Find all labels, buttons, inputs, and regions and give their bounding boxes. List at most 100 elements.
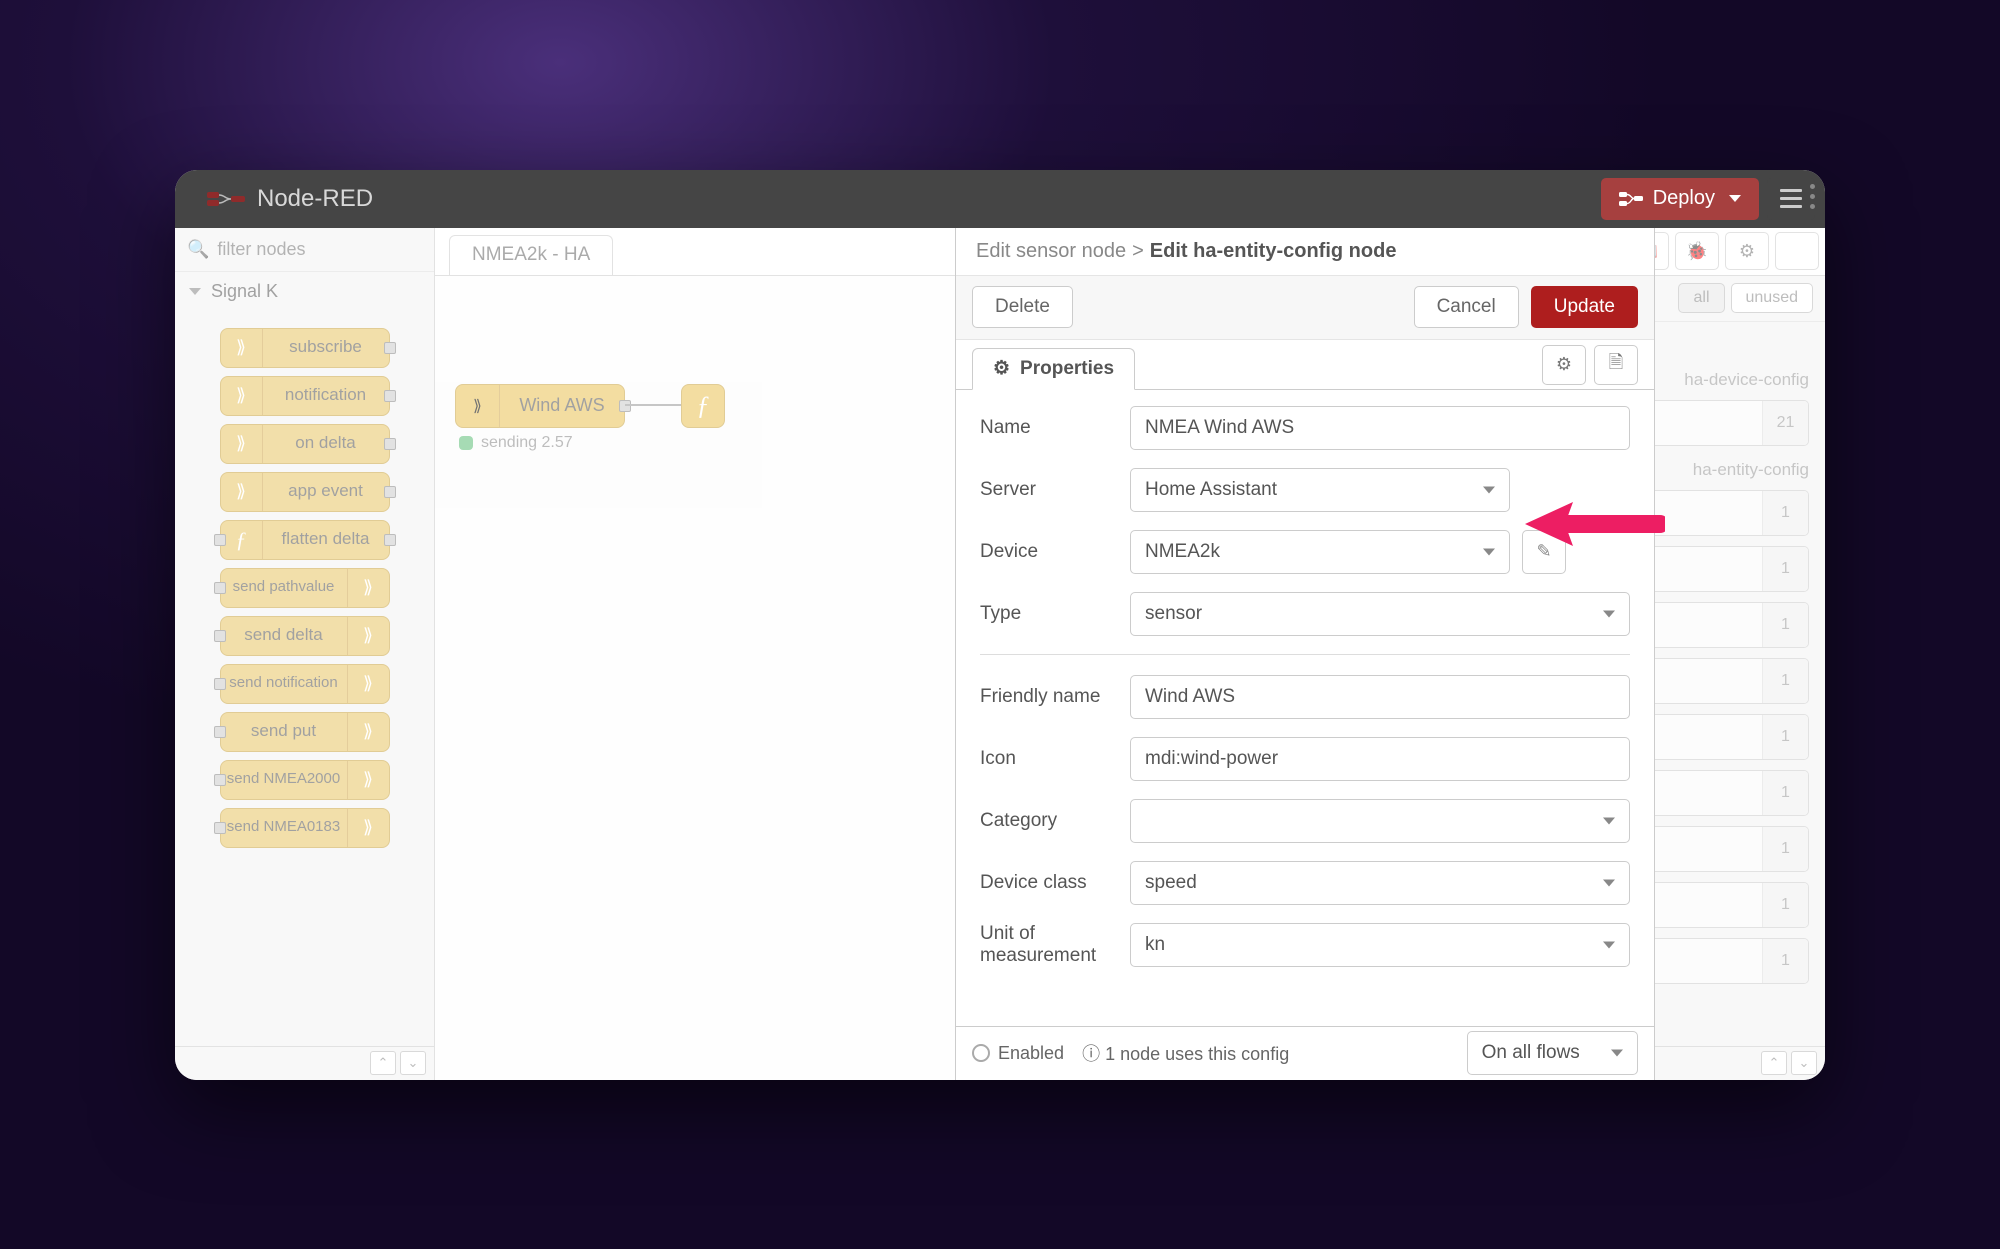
label-server: Server	[980, 479, 1130, 501]
tab-description[interactable]: 🗎	[1594, 345, 1638, 385]
info-icon: ⓘ	[1082, 1044, 1100, 1064]
palette-node[interactable]: ⟫app event	[220, 472, 390, 512]
category-select[interactable]	[1130, 799, 1630, 843]
palette-collapse-button[interactable]: ⌃	[370, 1051, 396, 1075]
palette-category-header[interactable]: Signal K	[175, 272, 434, 312]
palette-node[interactable]: ⟫send put	[220, 712, 390, 752]
node-output-port[interactable]	[384, 534, 396, 546]
config-item-count: 1	[1762, 603, 1808, 647]
node-input-port[interactable]	[214, 726, 226, 738]
search-icon: 🔍	[187, 239, 209, 260]
tab-more[interactable]	[1775, 232, 1819, 270]
cancel-button[interactable]: Cancel	[1414, 286, 1519, 328]
config-item-count: 1	[1762, 827, 1808, 871]
wifi-icon: ⟫	[363, 577, 373, 598]
config-item-count: 1	[1762, 771, 1808, 815]
function-icon: ƒ	[236, 527, 247, 553]
wifi-icon: ⟫	[363, 625, 373, 646]
tab-debug[interactable]: 🐞	[1675, 232, 1719, 270]
hamburger-menu-button[interactable]	[1767, 178, 1815, 220]
palette-category-label: Signal K	[211, 281, 278, 302]
node-input-port[interactable]	[214, 822, 226, 834]
type-select[interactable]: sensor	[1130, 592, 1630, 636]
breadcrumb: Edit sensor node > Edit ha-entity-config…	[956, 228, 1654, 276]
sidebar-collapse-button[interactable]: ⌃	[1761, 1051, 1787, 1075]
flow-tab-label: NMEA2k - HA	[472, 244, 590, 266]
palette-node-label: send NMEA2000	[221, 771, 347, 788]
palette-node[interactable]: ⟫ send delta	[220, 616, 390, 656]
label-uom: Unit of measurement	[980, 923, 1130, 967]
tab-config-gear[interactable]: ⚙	[1725, 232, 1769, 270]
palette-node[interactable]: ⟫ send NMEA0183	[220, 808, 390, 848]
update-button[interactable]: Update	[1531, 286, 1638, 328]
config-item-count: 1	[1762, 715, 1808, 759]
canvas-area: NMEA2k - HA ⟫ Wind AWS ƒ sending 2.57 Ed…	[435, 228, 1405, 1080]
node-output-port[interactable]	[384, 486, 396, 498]
breadcrumb-sep: >	[1132, 240, 1144, 263]
gear-icon: ⚙	[1556, 354, 1572, 375]
tab-settings[interactable]: ⚙	[1542, 345, 1586, 385]
breadcrumb-parent[interactable]: Edit sensor node	[976, 240, 1126, 263]
canvas-node-function[interactable]: ƒ	[681, 384, 725, 428]
device-class-select[interactable]: speed	[1130, 861, 1630, 905]
node-output-port[interactable]	[384, 390, 396, 402]
device-select[interactable]: NMEA2k	[1130, 530, 1510, 574]
chevron-down-icon	[1603, 941, 1615, 948]
deploy-button[interactable]: Deploy	[1601, 178, 1759, 220]
config-item-count: 1	[1762, 547, 1808, 591]
server-select[interactable]: Home Assistant	[1130, 468, 1510, 512]
name-input[interactable]: NMEA Wind AWS	[1130, 406, 1630, 450]
label-type: Type	[980, 603, 1130, 625]
palette-node-label: send put	[221, 722, 347, 741]
icon-input[interactable]: mdi:wind-power	[1130, 737, 1630, 781]
filter-unused[interactable]: unused	[1731, 283, 1814, 313]
bug-icon: 🐞	[1686, 241, 1708, 262]
palette-filter[interactable]: 🔍	[175, 228, 434, 272]
palette-filter-input[interactable]	[217, 239, 449, 260]
sidebar-expand-button[interactable]: ⌄	[1791, 1051, 1817, 1075]
wifi-icon: ⟫	[363, 817, 373, 838]
canvas-node-wind[interactable]: ⟫ Wind AWS	[455, 384, 625, 428]
friendly-name-input[interactable]: Wind AWS	[1130, 675, 1630, 719]
hamburger-icon	[1780, 197, 1802, 200]
palette-node-label: send notification	[221, 675, 347, 692]
delete-button[interactable]: Delete	[972, 286, 1073, 328]
editor-panel: Edit sensor node > Edit ha-entity-config…	[955, 228, 1655, 1080]
flow-tab[interactable]: NMEA2k - HA	[449, 235, 613, 275]
node-output-port[interactable]	[384, 438, 396, 450]
edit-device-button[interactable]: ✎	[1522, 530, 1566, 574]
palette-node-label: send NMEA0183	[221, 819, 347, 836]
scope-select[interactable]: On all flows	[1467, 1031, 1638, 1075]
chevron-down-icon	[1483, 548, 1495, 555]
tab-properties[interactable]: ⚙ Properties	[972, 348, 1135, 390]
palette-node[interactable]: ⟫send notification	[220, 664, 390, 704]
chevron-down-icon	[1611, 1050, 1623, 1057]
node-input-port[interactable]	[214, 774, 226, 786]
nodered-logo-icon	[203, 186, 249, 212]
palette-node-label: send delta	[221, 626, 347, 645]
node-input-port[interactable]	[214, 630, 226, 642]
palette-node[interactable]: ⟫send NMEA2000	[220, 760, 390, 800]
palette-expand-button[interactable]: ⌄	[400, 1051, 426, 1075]
palette-node[interactable]: ƒ flatten delta	[220, 520, 390, 560]
palette-node[interactable]: ⟫notification	[220, 376, 390, 416]
label-friendly: Friendly name	[980, 686, 1130, 708]
palette-node[interactable]: ⟫subscribe	[220, 328, 390, 368]
node-output-port[interactable]	[619, 400, 631, 412]
node-input-port[interactable]	[214, 534, 226, 546]
node-input-port[interactable]	[214, 678, 226, 690]
palette-node-label: flatten delta	[263, 530, 389, 549]
uom-select[interactable]: kn	[1130, 923, 1630, 967]
label-category: Category	[980, 810, 1130, 832]
node-output-port[interactable]	[384, 342, 396, 354]
brand-text: Node-RED	[257, 185, 373, 213]
filter-all[interactable]: all	[1678, 283, 1724, 313]
breadcrumb-current: Edit ha-entity-config node	[1150, 240, 1397, 263]
node-input-port[interactable]	[214, 582, 226, 594]
pencil-icon: ✎	[1536, 541, 1551, 562]
chevron-down-icon	[1603, 817, 1615, 824]
palette-node-label: send pathvalue	[221, 579, 347, 596]
palette-node[interactable]: ⟫on delta	[220, 424, 390, 464]
palette-node[interactable]: ⟫ send pathvalue	[220, 568, 390, 608]
enabled-toggle[interactable]: Enabled	[972, 1043, 1064, 1064]
